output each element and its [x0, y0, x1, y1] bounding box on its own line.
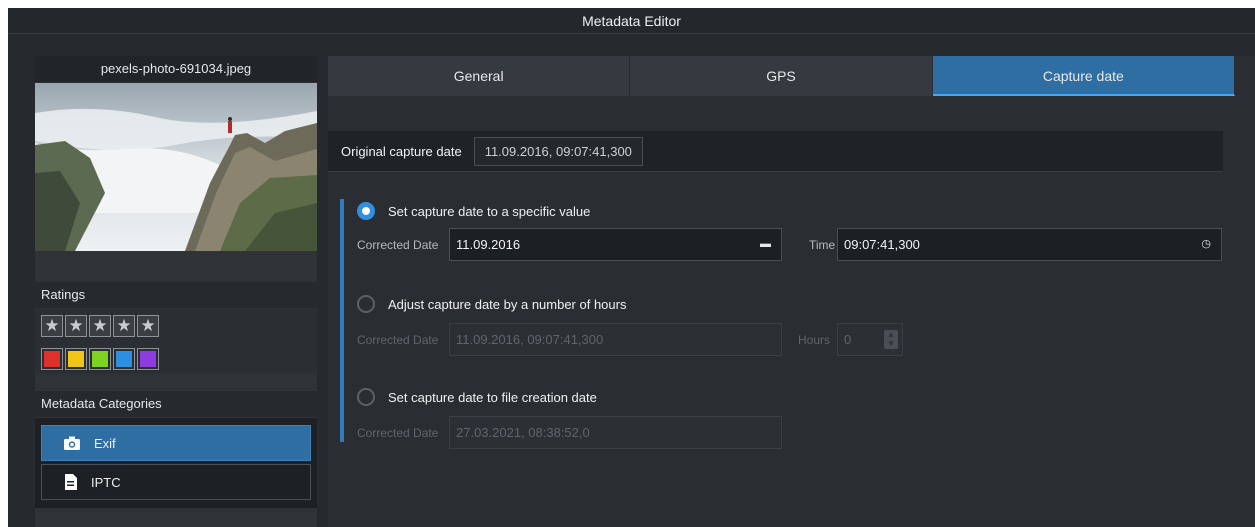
category-iptc[interactable]: IPTC [41, 464, 311, 500]
category-exif-label: Exif [94, 435, 116, 451]
corrected-date-value: 11.09.2016 [456, 237, 521, 252]
photo-preview [35, 83, 317, 251]
option-adjust-hours[interactable]: Adjust capture date by a number of hours [357, 295, 626, 313]
time-input[interactable]: 09:07:41,300 ◷ [837, 228, 1222, 261]
radio-file-creation-date[interactable] [357, 388, 375, 406]
original-capture-date-label: Original capture date [341, 143, 462, 159]
star-rating[interactable]: ★ ★ ★ ★ ★ [41, 315, 159, 337]
color-label-yellow[interactable] [65, 348, 87, 370]
adjusted-date-label: Corrected Date [357, 333, 439, 347]
option-adjust-hours-label: Adjust capture date by a number of hours [388, 296, 627, 312]
ratings-label: Ratings [35, 282, 317, 308]
tab-bar: General GPS Capture date [328, 56, 1235, 96]
metadata-editor-window: Metadata Editor pexels-photo-691034.jpeg [8, 8, 1255, 527]
tab-general[interactable]: General [328, 56, 631, 96]
selection-indicator [340, 199, 344, 442]
star-4[interactable]: ★ [113, 315, 135, 337]
category-exif[interactable]: Exif [41, 425, 311, 461]
time-value: 09:07:41,300 [844, 237, 920, 252]
left-panel: pexels-photo-691034.jpeg Ratings ★ ★ ★ ★… [35, 56, 317, 527]
color-labels [41, 348, 159, 370]
stepper-arrows-icon[interactable]: ▲ ▼ [884, 330, 898, 349]
creation-date-value: 27.03.2021, 08:38:52,0 [456, 425, 590, 440]
original-capture-date-value: 11.09.2016, 09:07:41,300 [473, 136, 643, 166]
document-icon [65, 474, 77, 490]
original-capture-date-row: Original capture date 11.09.2016, 09:07:… [328, 131, 1223, 172]
option-file-creation-date[interactable]: Set capture date to file creation date [357, 388, 597, 406]
clock-icon[interactable]: ◷ [1201, 229, 1211, 260]
ratings-box: ★ ★ ★ ★ ★ [35, 309, 317, 373]
time-label: Time [809, 238, 836, 252]
photo-image [35, 83, 317, 251]
camera-icon [64, 436, 80, 450]
color-label-green[interactable] [89, 348, 111, 370]
color-label-red[interactable] [41, 348, 63, 370]
creation-date-field: 27.03.2021, 08:38:52,0 [449, 416, 782, 449]
category-iptc-label: IPTC [91, 474, 121, 490]
adjusted-date-value: 11.09.2016, 09:07:41,300 [456, 332, 604, 347]
corrected-date-label: Corrected Date [357, 238, 439, 252]
star-2[interactable]: ★ [65, 315, 87, 337]
option-specific-value[interactable]: Set capture date to a specific value [357, 202, 590, 220]
color-label-purple[interactable] [137, 348, 159, 370]
radio-adjust-hours[interactable] [357, 295, 375, 313]
metadata-categories-label: Metadata Categories [35, 391, 317, 417]
metadata-categories: Exif IPTC [35, 418, 317, 508]
radio-specific-value[interactable] [357, 202, 375, 220]
tab-capture-date[interactable]: Capture date [932, 56, 1235, 96]
star-1[interactable]: ★ [41, 315, 63, 337]
calendar-icon[interactable]: ▬ [760, 229, 771, 260]
corrected-date-input[interactable]: 11.09.2016 ▬ [449, 228, 782, 261]
color-label-blue[interactable] [113, 348, 135, 370]
option-file-creation-date-label: Set capture date to file creation date [388, 389, 597, 405]
hours-label: Hours [798, 333, 831, 347]
file-name: pexels-photo-691034.jpeg [35, 56, 317, 82]
main-panel: General GPS Capture date Original captur… [328, 56, 1255, 527]
star-5[interactable]: ★ [137, 315, 159, 337]
window-title: Metadata Editor [8, 8, 1255, 34]
star-3[interactable]: ★ [89, 315, 111, 337]
adjusted-date-field: 11.09.2016, 09:07:41,300 [449, 323, 782, 356]
tab-gps[interactable]: GPS [630, 56, 933, 96]
creation-date-label: Corrected Date [357, 426, 439, 440]
hours-stepper[interactable]: 0 ▲ ▼ [837, 323, 903, 356]
hours-value: 0 [844, 332, 852, 347]
option-specific-value-label: Set capture date to a specific value [388, 203, 591, 219]
